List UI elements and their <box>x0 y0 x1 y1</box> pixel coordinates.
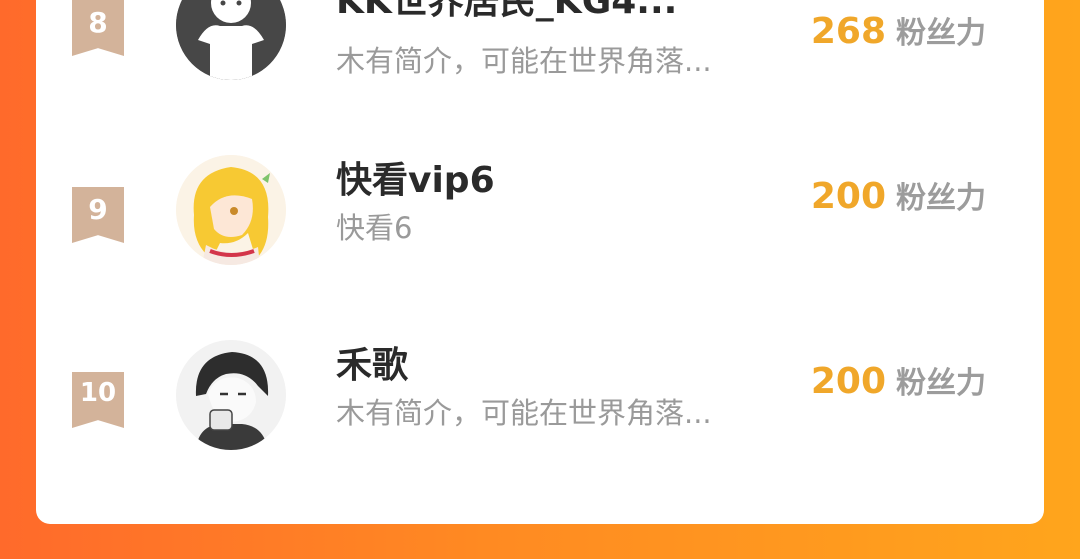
avatar[interactable] <box>176 0 286 80</box>
fans-ranking-card: 8 KK世界居民_KG4... 木有简介，可能在世界角落... 268 粉丝力 … <box>36 0 1044 524</box>
fans-power: 200 粉丝力 <box>811 173 986 217</box>
list-item[interactable]: 8 KK世界居民_KG4... 木有简介，可能在世界角落... 268 粉丝力 <box>36 0 1044 100</box>
fans-power-value: 268 <box>810 11 886 52</box>
avatar[interactable] <box>176 340 286 450</box>
list-item[interactable]: 10 禾歌 木有简介，可能在世界角落... 200 粉丝力 <box>36 340 1044 460</box>
user-name[interactable]: 禾歌 <box>336 336 408 388</box>
fans-power: 268 粉丝力 <box>811 8 986 52</box>
rank-number: 8 <box>88 6 108 39</box>
user-name[interactable]: KK世界居民_KG4... <box>336 0 677 24</box>
fans-power: 200 粉丝力 <box>811 358 986 402</box>
rank-badge: 9 <box>72 187 124 243</box>
user-description: 木有简介，可能在世界角落... <box>336 396 712 430</box>
list-item[interactable]: 9 快看vip6 快看6 200 粉丝力 <box>36 155 1044 275</box>
user-description: 木有简介，可能在世界角落... <box>336 44 712 78</box>
rank-number: 9 <box>88 193 108 226</box>
rank-badge: 10 <box>72 372 124 428</box>
fans-power-value: 200 <box>810 176 886 217</box>
user-name[interactable]: 快看vip6 <box>336 151 495 203</box>
user-description: 快看6 <box>336 211 413 245</box>
fans-power-unit: 粉丝力 <box>896 181 986 216</box>
fans-power-unit: 粉丝力 <box>896 366 986 401</box>
anime-girl-avatar <box>176 155 286 265</box>
fans-power-unit: 粉丝力 <box>896 16 986 51</box>
avatar[interactable] <box>176 155 286 265</box>
default-avatar-icon <box>176 0 286 80</box>
anime-boy-avatar <box>176 340 286 450</box>
rank-number: 10 <box>79 378 117 408</box>
fans-power-value: 200 <box>810 361 886 402</box>
rank-badge: 8 <box>72 0 124 56</box>
